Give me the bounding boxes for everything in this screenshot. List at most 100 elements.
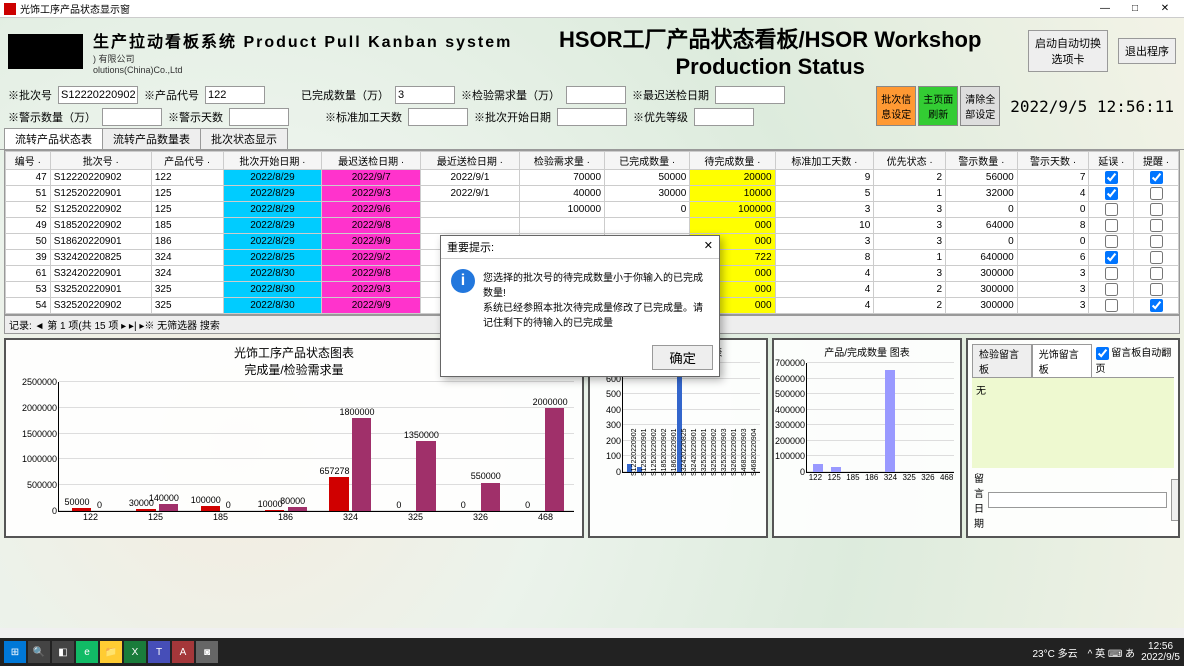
dialog-ok-button[interactable]: 确定: [652, 345, 713, 370]
main-tabs: 流转产品状态表 流转产品数量表 批次状态显示: [0, 128, 1184, 150]
remind-check[interactable]: [1150, 187, 1163, 200]
grid-header[interactable]: 标准加工天数 ·: [775, 152, 874, 170]
insp-label: ※检验需求量（万）: [461, 87, 560, 103]
warndays-label: ※警示天数: [168, 109, 223, 125]
remind-check[interactable]: [1150, 283, 1163, 296]
remind-check[interactable]: [1150, 219, 1163, 232]
tab-display[interactable]: 批次状态显示: [200, 128, 288, 149]
grid-header[interactable]: 最近送检日期 ·: [421, 152, 520, 170]
explorer-icon[interactable]: 📁: [100, 641, 122, 663]
close-button[interactable]: ✕: [1150, 3, 1180, 14]
start-input[interactable]: [557, 108, 627, 126]
table-row[interactable]: 51S125202209011252022/8/292022/9/32022/9…: [6, 186, 1179, 202]
delay-check[interactable]: [1105, 235, 1118, 248]
done-label: 已完成数量（万）: [301, 87, 389, 103]
grid-header[interactable]: 提醒 ·: [1134, 152, 1179, 170]
grid-header[interactable]: 待完成数量 ·: [690, 152, 775, 170]
done-input[interactable]: [395, 86, 455, 104]
table-row[interactable]: 52S125202209021252022/8/292022/9/6100000…: [6, 202, 1179, 218]
grid-header[interactable]: 产品代号 ·: [151, 152, 223, 170]
window-titlebar: 光饰工序产品状态显示窗 — □ ✕: [0, 0, 1184, 18]
delay-check[interactable]: [1105, 251, 1118, 264]
latest-input[interactable]: [715, 86, 785, 104]
excel-icon[interactable]: X: [124, 641, 146, 663]
grid-header[interactable]: 优先状态 ·: [874, 152, 946, 170]
taskbar-time: 12:56: [1141, 641, 1180, 652]
access-icon[interactable]: A: [172, 641, 194, 663]
warndays-input[interactable]: [229, 108, 289, 126]
tab-status[interactable]: 流转产品状态表: [4, 128, 103, 149]
delay-check[interactable]: [1105, 171, 1118, 184]
weather[interactable]: 23°C 多云: [1032, 645, 1077, 660]
grid-header[interactable]: 警示天数 ·: [1017, 152, 1089, 170]
dialog-line1: 您选择的批次号的待完成数量小于你输入的已完成数量!: [483, 269, 709, 299]
grid-header[interactable]: 检验需求量 ·: [519, 152, 604, 170]
alert-dialog: 重要提示: ✕ i 您选择的批次号的待完成数量小于你输入的已完成数量! 系统已经…: [440, 235, 720, 377]
grid-header[interactable]: 已完成数量 ·: [605, 152, 690, 170]
remind-check[interactable]: [1150, 267, 1163, 280]
delay-check[interactable]: [1105, 267, 1118, 280]
start-button[interactable]: ⊞: [4, 641, 26, 663]
warnqty-input[interactable]: [102, 108, 162, 126]
task-view-icon[interactable]: ◧: [52, 641, 74, 663]
exit-button[interactable]: 退出程序: [1118, 38, 1176, 64]
taskbar-date: 2022/9/5: [1141, 652, 1180, 663]
lot-label: ※批次号: [8, 87, 52, 103]
minimize-button[interactable]: —: [1090, 3, 1120, 14]
tab-qty[interactable]: 流转产品数量表: [102, 128, 201, 149]
chart-product: 产品/完成数量 图表 01000002000003000004000005000…: [772, 338, 962, 538]
brand-sub: ) 有限公司: [93, 52, 512, 65]
grid-header[interactable]: 警示数量 ·: [946, 152, 1018, 170]
remind-check[interactable]: [1150, 299, 1163, 312]
priority-input[interactable]: [694, 108, 754, 126]
remind-check[interactable]: [1150, 203, 1163, 216]
grid-header[interactable]: 批次号 ·: [50, 152, 151, 170]
grid-header[interactable]: 编号 ·: [6, 152, 51, 170]
teams-icon[interactable]: T: [148, 641, 170, 663]
stddays-label: ※标准加工天数: [325, 109, 402, 125]
msg-date-label: 留言日期: [974, 470, 984, 530]
prod-label: ※产品代号: [144, 87, 199, 103]
auto-switch-button[interactable]: 启动自动切换 选项卡: [1028, 30, 1108, 72]
remind-check[interactable]: [1150, 235, 1163, 248]
delay-check[interactable]: [1105, 219, 1118, 232]
page-title: HSOR工厂产品状态看板/HSOR Workshop Production St…: [522, 22, 1018, 80]
msg-tab-insp[interactable]: 检验留言板: [972, 344, 1032, 377]
window-title: 光饰工序产品状态显示窗: [20, 1, 130, 16]
brand-title: 生产拉动看板系统 Product Pull Kanban system: [93, 28, 512, 52]
delay-check[interactable]: [1105, 203, 1118, 216]
stddays-input[interactable]: [408, 108, 468, 126]
lot-input[interactable]: [58, 86, 138, 104]
msg-clear-button[interactable]: 清除: [1171, 479, 1180, 521]
grid-header[interactable]: 延误 ·: [1089, 152, 1134, 170]
table-row[interactable]: 49S185202209021852022/8/292022/9/8000103…: [6, 218, 1179, 234]
dialog-close-icon[interactable]: ✕: [704, 239, 713, 255]
warnqty-label: ※警示数量（万）: [8, 109, 96, 125]
maximize-button[interactable]: □: [1120, 3, 1150, 14]
table-row[interactable]: 47S122202209021222022/8/292022/9/72022/9…: [6, 170, 1179, 186]
remind-check[interactable]: [1150, 171, 1163, 184]
brand-sub2: olutions(China)Co.,Ltd: [93, 65, 512, 75]
search-icon[interactable]: 🔍: [28, 641, 50, 663]
chart3-title: 产品/完成数量 图表: [778, 344, 956, 359]
taskbar[interactable]: ⊞ 🔍 ◧ e 📁 X T A ◙ 23°C 多云 ^ 英 ⌨ あ 12:56 …: [0, 638, 1184, 666]
lot-setting-button[interactable]: 批次信息设定: [876, 86, 916, 126]
msg-tab-polish[interactable]: 光饰留言板: [1032, 344, 1092, 377]
delay-check[interactable]: [1105, 187, 1118, 200]
remind-check[interactable]: [1150, 251, 1163, 264]
msg-date-input[interactable]: [988, 492, 1167, 508]
autoflip-check[interactable]: 留言板自动翻页: [1096, 344, 1175, 377]
insp-input[interactable]: [566, 86, 626, 104]
edge-icon[interactable]: e: [76, 641, 98, 663]
logo: [8, 34, 83, 69]
grid-header[interactable]: 最迟送检日期 ·: [322, 152, 421, 170]
delay-check[interactable]: [1105, 299, 1118, 312]
delay-check[interactable]: [1105, 283, 1118, 296]
dialog-title: 重要提示:: [447, 239, 494, 255]
clock: 2022/9/5 12:56:11: [1000, 97, 1184, 116]
app-icon-2[interactable]: ◙: [196, 641, 218, 663]
refresh-button[interactable]: 主页面刷新: [918, 86, 958, 126]
grid-header[interactable]: 批次开始日期 ·: [223, 152, 322, 170]
clear-all-button[interactable]: 清除全部设定: [960, 86, 1000, 126]
prod-input[interactable]: [205, 86, 265, 104]
